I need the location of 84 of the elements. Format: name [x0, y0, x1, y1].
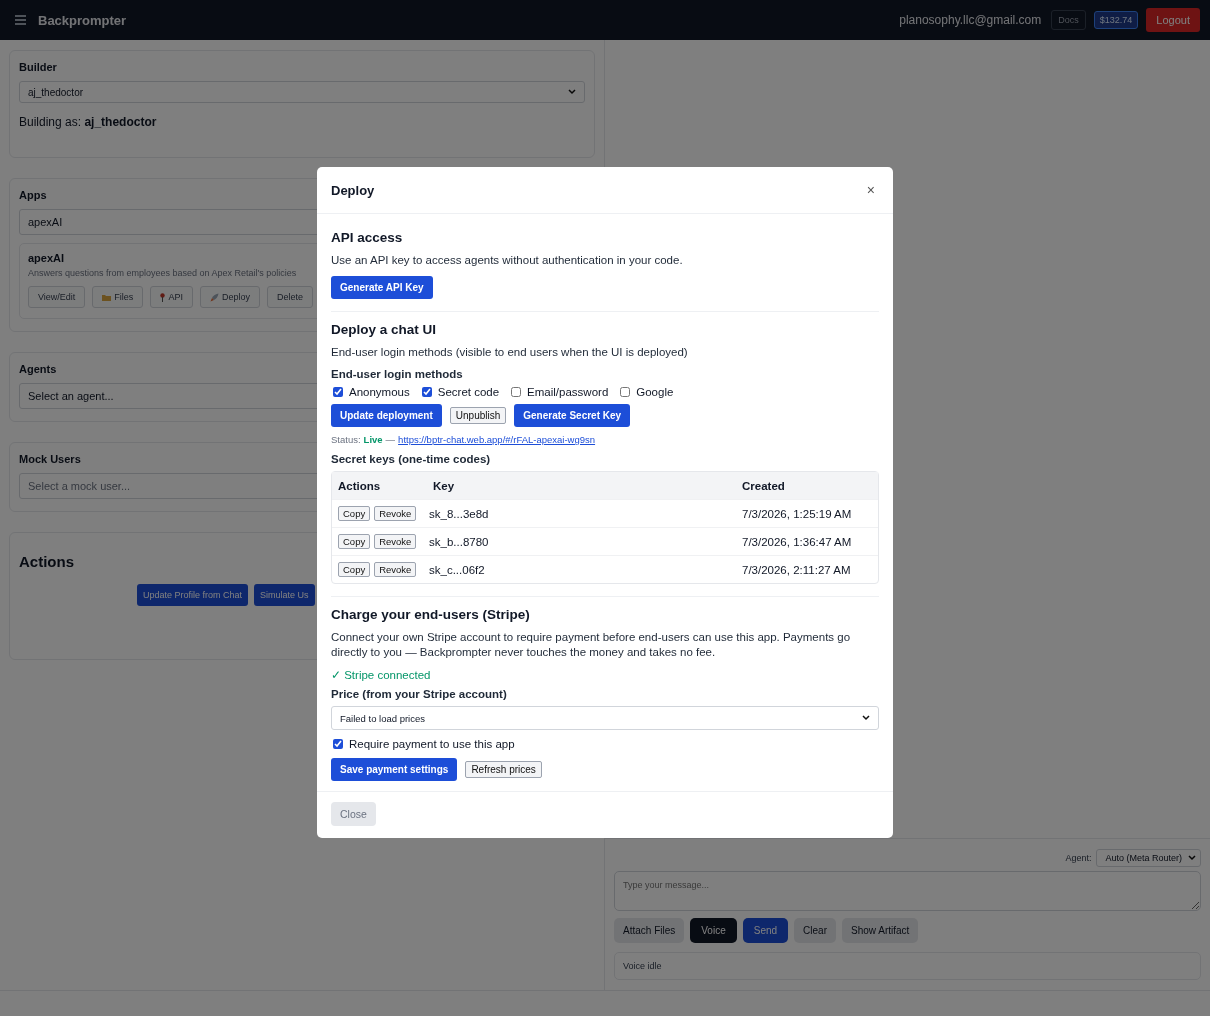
logout-button[interactable]: Logout	[1146, 8, 1200, 32]
action-button[interactable]: Simulate Us	[254, 584, 315, 606]
generate-api-key-button[interactable]: Generate API Key	[331, 276, 433, 299]
column-header: Key	[433, 479, 456, 492]
deploy-action-button[interactable]: Update deployment	[331, 404, 442, 427]
chat-button[interactable]: Voice	[690, 918, 737, 943]
status-label: Status:	[331, 434, 361, 445]
action-button[interactable]: Update Profile from Chat	[137, 584, 249, 606]
section-heading: Deploy a chat UI	[331, 322, 438, 337]
key-cell-text: sk_b...8780	[429, 535, 490, 548]
key-cell-text: sk_c...06f2	[429, 563, 486, 576]
section-heading: Charge your end-users (Stripe)	[331, 607, 531, 622]
building-as-text: Building as: aj_thedoctor	[19, 115, 158, 129]
voice-status: Voice idle	[614, 952, 1201, 980]
folder-icon	[102, 293, 112, 301]
checkbox-label: Google	[636, 386, 674, 398]
section-text: Connect your own Stripe account to require payment before end-users can use this app. Payments go directly to you — Backprompter never touches the money and takes no fee.	[331, 630, 852, 660]
card-title: Apps	[19, 189, 47, 201]
close-button[interactable]: ×	[862, 182, 879, 198]
app-description: Answers questions from employees based on Apex Retail's policies	[28, 268, 298, 278]
close-dialog-button[interactable]: Close	[331, 802, 376, 826]
checkbox-label: Require payment to use this app	[349, 738, 515, 750]
app-name: apexAI	[28, 252, 65, 264]
created-cell-text: 7/3/2026, 2:11:27 AM	[742, 563, 852, 576]
chevron-down-icon	[568, 89, 576, 95]
dialog-title: Deploy	[331, 182, 375, 198]
stripe-connected-status: ✓ Stripe connected	[331, 668, 432, 682]
docs-button[interactable]: Docs	[1051, 10, 1086, 30]
card-title: Builder	[19, 61, 57, 73]
chat-button[interactable]: Attach Files	[614, 918, 685, 943]
login-method-checkbox[interactable]	[421, 387, 432, 397]
message-field[interactable]: Type your message...	[614, 871, 1201, 911]
agent-router-select[interactable]: Auto (Meta Router)	[1096, 849, 1201, 867]
card-title: Agents	[19, 363, 57, 375]
deploy-action-button[interactable]: Unpublish	[449, 407, 507, 424]
key-cell-text: sk_8...3e8d	[429, 507, 490, 520]
app-action-button[interactable]: API	[150, 286, 193, 308]
payment-action-button[interactable]: Refresh prices	[465, 761, 542, 778]
deployment-url-link[interactable]: https://bptr-chat.web.app/#/rFAL-apexai-wg9sn	[398, 434, 596, 445]
login-method-checkbox[interactable]	[333, 387, 343, 397]
login-method-checkbox[interactable]	[511, 387, 522, 397]
card-title: Mock Users	[19, 453, 81, 465]
deploy-action-button[interactable]: Generate Secret Key	[514, 404, 631, 427]
login-methods-label: End-user login methods	[331, 368, 464, 380]
rocket-icon	[209, 292, 219, 302]
login-method-checkbox[interactable]	[620, 387, 631, 397]
checkbox-label: Anonymous	[349, 386, 410, 398]
key-action-button[interactable]: Copy	[338, 534, 371, 549]
key-action-button[interactable]: Revoke	[374, 506, 417, 521]
status-value: Live	[363, 434, 383, 445]
app-action-button[interactable]: Files	[92, 286, 144, 308]
secret-keys-label: Secret keys (one-time codes)	[331, 453, 492, 465]
column-header: Actions	[337, 479, 382, 492]
brand-name: Backprompter	[38, 12, 127, 28]
app-action-button[interactable]: View/Edit	[28, 286, 86, 308]
app-action-button[interactable]: Delete	[266, 286, 313, 308]
created-cell-text: 7/3/2026, 1:25:19 AM	[742, 507, 853, 520]
account-email: planosophy.llc@gmail.com	[899, 13, 1042, 27]
created-cell-text: 7/3/2026, 1:36:47 AM	[742, 535, 853, 548]
agent-label: Agent:	[1065, 853, 1092, 863]
section-text: Use an API key to access agents without authentication in your code.	[331, 253, 684, 268]
chat-button[interactable]: Send	[742, 918, 789, 943]
chevron-down-icon	[1188, 855, 1196, 861]
key-action-button[interactable]: Copy	[338, 562, 371, 577]
payment-action-button[interactable]: Save payment settings	[331, 758, 458, 781]
key-action-button[interactable]: Revoke	[374, 534, 417, 549]
section-text: End-user login methods (visible to end users when the UI is deployed)	[331, 345, 689, 360]
balance-badge: $132.74	[1093, 11, 1139, 29]
pin-icon	[160, 292, 166, 302]
chat-button[interactable]: Show Artifact	[842, 918, 919, 943]
status-separator: —	[385, 434, 396, 445]
app-action-button[interactable]: Deploy	[199, 286, 260, 308]
menu-icon[interactable]	[15, 15, 26, 25]
key-action-button[interactable]: Copy	[338, 506, 371, 521]
key-action-button[interactable]: Revoke	[374, 562, 417, 577]
builder-select[interactable]: aj_thedoctor	[19, 81, 585, 103]
column-header: Created	[742, 479, 786, 492]
chevron-down-icon	[862, 715, 870, 721]
chat-button[interactable]: Clear	[794, 918, 836, 943]
checkbox-label: Secret code	[437, 386, 500, 398]
card-title: Actions	[19, 553, 74, 570]
price-select[interactable]: Failed to load prices	[331, 706, 879, 730]
price-label: Price (from your Stripe account)	[331, 688, 508, 700]
require-payment-checkbox[interactable]	[333, 739, 343, 749]
